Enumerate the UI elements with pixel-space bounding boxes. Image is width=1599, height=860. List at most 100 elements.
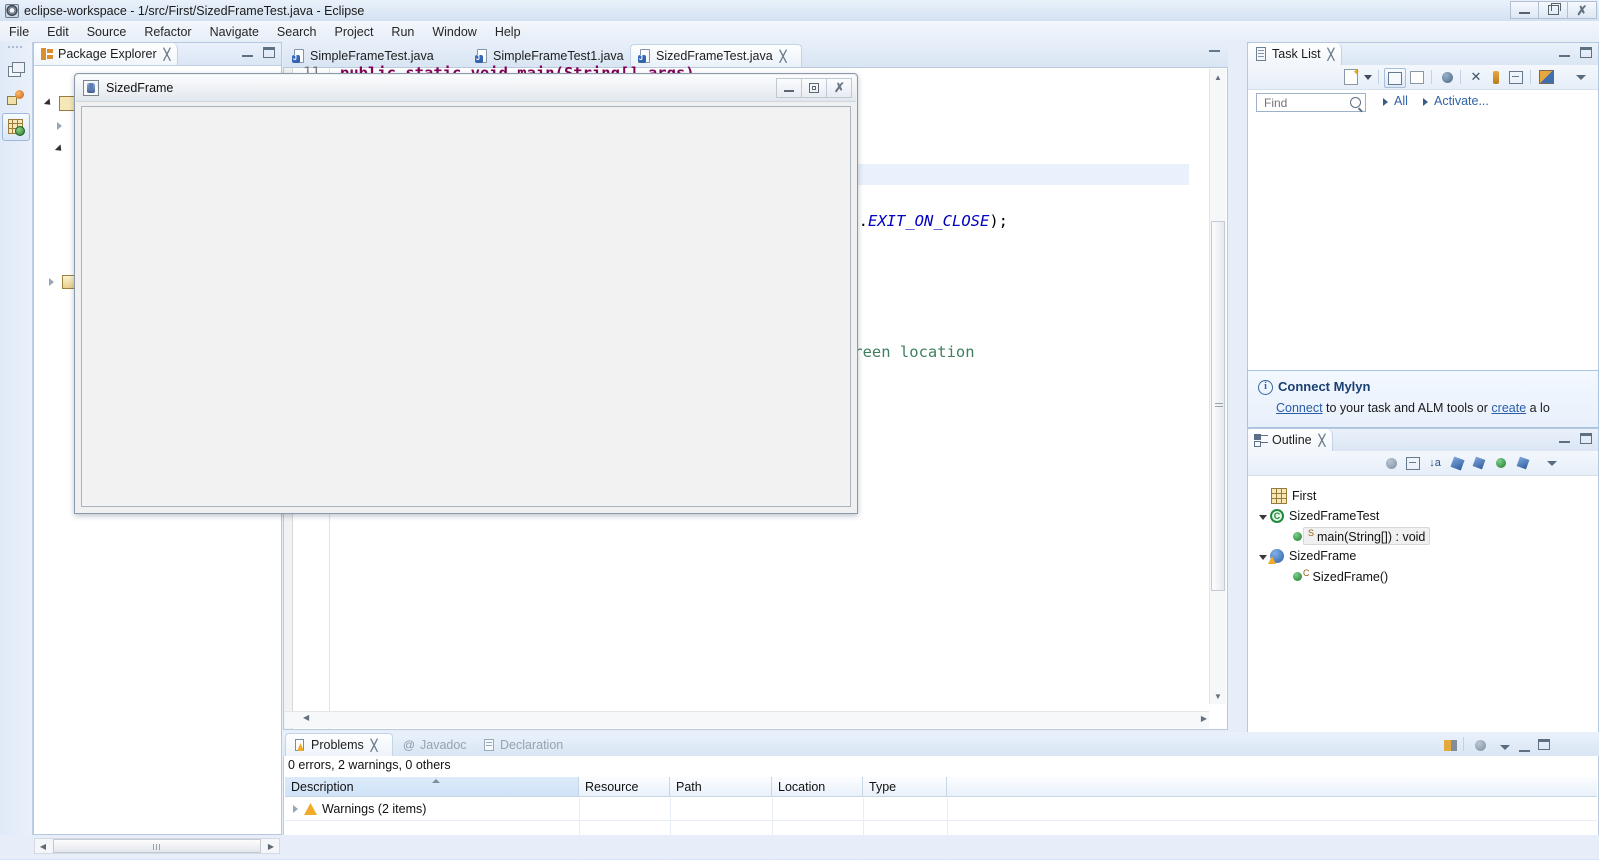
scroll-left-arrow-icon[interactable]: ◀	[35, 839, 51, 853]
collapse-focus-icon[interactable]: ✕	[1467, 68, 1485, 86]
column-header-location[interactable]: Location	[772, 777, 863, 797]
sized-frame-title-bar[interactable]: SizedFrame ✗	[76, 75, 856, 102]
package-explorer-horizontal-scrollbar[interactable]: ◀ ▶	[34, 838, 280, 854]
hide-static-icon[interactable]	[1470, 454, 1488, 472]
new-task-icon[interactable]: ✦	[1342, 67, 1360, 86]
outline-row[interactable]: C SizedFrameTest	[1249, 506, 1597, 526]
perspective-restore-button[interactable]	[3, 57, 29, 83]
outline-row[interactable]: First	[1249, 486, 1597, 506]
sized-frame-minimize-button[interactable]	[776, 78, 802, 98]
close-icon[interactable]: ╳	[1319, 434, 1326, 447]
close-icon[interactable]: ╳	[780, 50, 787, 63]
collapse-all-icon[interactable]	[1404, 454, 1422, 472]
menu-source[interactable]: Source	[78, 23, 136, 41]
scroll-up-arrow-icon[interactable]: ▲	[1211, 70, 1225, 84]
menu-run[interactable]: Run	[382, 23, 423, 41]
collapse-all-icon[interactable]	[1507, 68, 1525, 86]
activate-link[interactable]: Activate...	[1434, 94, 1489, 108]
expand-arrow-icon[interactable]	[43, 98, 54, 108]
search-input[interactable]	[1256, 93, 1366, 112]
editor-vertical-scrollbar[interactable]: ▲ ▼	[1209, 69, 1226, 704]
tab-outline[interactable]: Outline ╳	[1248, 429, 1334, 451]
collapsed-arrow-icon[interactable]	[49, 277, 54, 286]
hscroll-thumb[interactable]	[53, 839, 261, 853]
sort-icon[interactable]	[1382, 454, 1400, 472]
hide-nonpublic-icon[interactable]	[1492, 454, 1510, 472]
minimize-icon[interactable]	[1519, 750, 1530, 752]
close-icon[interactable]: ╳	[1328, 48, 1335, 61]
minimize-icon[interactable]	[1559, 441, 1570, 443]
scheduled-presentation-icon[interactable]	[1408, 68, 1426, 86]
editor-hscroll-right-arrow[interactable]: ▶	[1201, 714, 1207, 723]
mylyn-create-link[interactable]: create	[1491, 401, 1526, 415]
hide-local-types-icon[interactable]	[1514, 454, 1532, 472]
window-close-button[interactable]: ✗	[1568, 1, 1597, 19]
expanded-arrow-icon[interactable]	[1259, 514, 1267, 520]
window-restore-button[interactable]	[1539, 1, 1568, 19]
maximize-icon[interactable]	[1580, 47, 1592, 58]
view-menu-icon[interactable]	[1573, 68, 1589, 86]
tab-problems[interactable]: Problems ╳	[285, 733, 393, 756]
maximize-icon[interactable]	[263, 47, 275, 58]
menu-project[interactable]: Project	[326, 23, 383, 41]
tree-row-src[interactable]	[54, 142, 65, 156]
focus-on-selection-icon[interactable]	[1441, 736, 1459, 754]
menu-search[interactable]: Search	[268, 23, 326, 41]
hide-fields-icon[interactable]	[1448, 454, 1466, 472]
expanded-arrow-icon[interactable]	[1259, 554, 1267, 560]
column-header-type[interactable]: Type	[863, 777, 947, 797]
view-dropdown-icon[interactable]	[1497, 738, 1513, 756]
menu-edit[interactable]: Edit	[38, 23, 78, 41]
perspective-resource-button[interactable]	[3, 85, 29, 111]
tree-row-project[interactable]	[43, 96, 76, 112]
outline-row[interactable]: Smain(String[]) : void	[1249, 526, 1597, 546]
editor-maximize-icon[interactable]	[1209, 50, 1220, 52]
focus-on-workweek-icon[interactable]	[1487, 68, 1505, 86]
editor-horizontal-scrollbar[interactable]: ◀ ▶	[285, 711, 1209, 728]
outline-row[interactable]: SizedFrame	[1249, 546, 1597, 566]
tab-task-list[interactable]: Task List ╳	[1248, 43, 1343, 65]
window-minimize-button[interactable]	[1510, 1, 1539, 19]
mylyn-connect-link[interactable]: Connect	[1276, 401, 1323, 415]
perspective-java-button[interactable]	[2, 113, 30, 141]
close-icon[interactable]: ╳	[371, 739, 378, 752]
scroll-down-arrow-icon[interactable]: ▼	[1211, 689, 1225, 703]
search-input-field[interactable]	[1262, 94, 1354, 111]
editor-hscroll-left-arrow[interactable]: ◀	[303, 713, 315, 726]
menu-file[interactable]: File	[0, 23, 38, 41]
menu-help[interactable]: Help	[486, 23, 530, 41]
maximize-icon[interactable]	[1580, 433, 1592, 444]
menu-window[interactable]: Window	[423, 23, 485, 41]
magnifier-icon[interactable]	[1350, 97, 1361, 108]
expand-arrow-icon[interactable]	[54, 144, 65, 154]
scroll-right-arrow-icon[interactable]: ▶	[263, 839, 279, 853]
filter-all-link[interactable]: All	[1394, 94, 1408, 108]
table-row[interactable]: Warnings (2 items)	[285, 798, 1597, 820]
tab-javadoc[interactable]: @ Javadoc	[395, 733, 477, 756]
view-menu-icon[interactable]	[1544, 454, 1560, 472]
editor-vscroll-thumb[interactable]	[1211, 221, 1225, 591]
tab-declaration[interactable]: Declaration	[475, 733, 579, 756]
tree-row-package[interactable]	[57, 119, 67, 133]
sized-frame-maximize-button[interactable]	[801, 78, 827, 98]
restore-tasks-icon[interactable]	[1537, 68, 1555, 86]
outline-tree[interactable]: First C SizedFrameTest Smain(String[]) : vo…	[1249, 476, 1597, 763]
menu-navigate[interactable]: Navigate	[201, 23, 268, 41]
maximize-icon[interactable]	[1538, 739, 1550, 750]
view-menu-icon[interactable]	[1471, 736, 1489, 754]
collapsed-arrow-icon[interactable]	[57, 122, 67, 130]
menu-refactor[interactable]: Refactor	[135, 23, 200, 41]
column-header-path[interactable]: Path	[670, 777, 772, 797]
dropdown-arrow-icon[interactable]	[1362, 68, 1374, 86]
outline-row[interactable]: C SizedFrame()	[1249, 566, 1597, 586]
tab-package-explorer[interactable]: Package Explorer ╳	[34, 43, 179, 65]
expand-arrow-icon[interactable]	[293, 805, 298, 813]
column-header-description[interactable]: Description	[285, 777, 579, 797]
categorized-presentation-icon[interactable]	[1384, 68, 1406, 88]
synchronize-icon[interactable]	[1438, 68, 1456, 86]
filter-arrow-icon[interactable]	[1383, 98, 1388, 106]
task-list-body[interactable]	[1249, 114, 1597, 385]
sort-alpha-icon[interactable]: ↓a	[1426, 454, 1444, 472]
close-icon[interactable]: ╳	[164, 48, 171, 61]
column-header-resource[interactable]: Resource	[579, 777, 670, 797]
